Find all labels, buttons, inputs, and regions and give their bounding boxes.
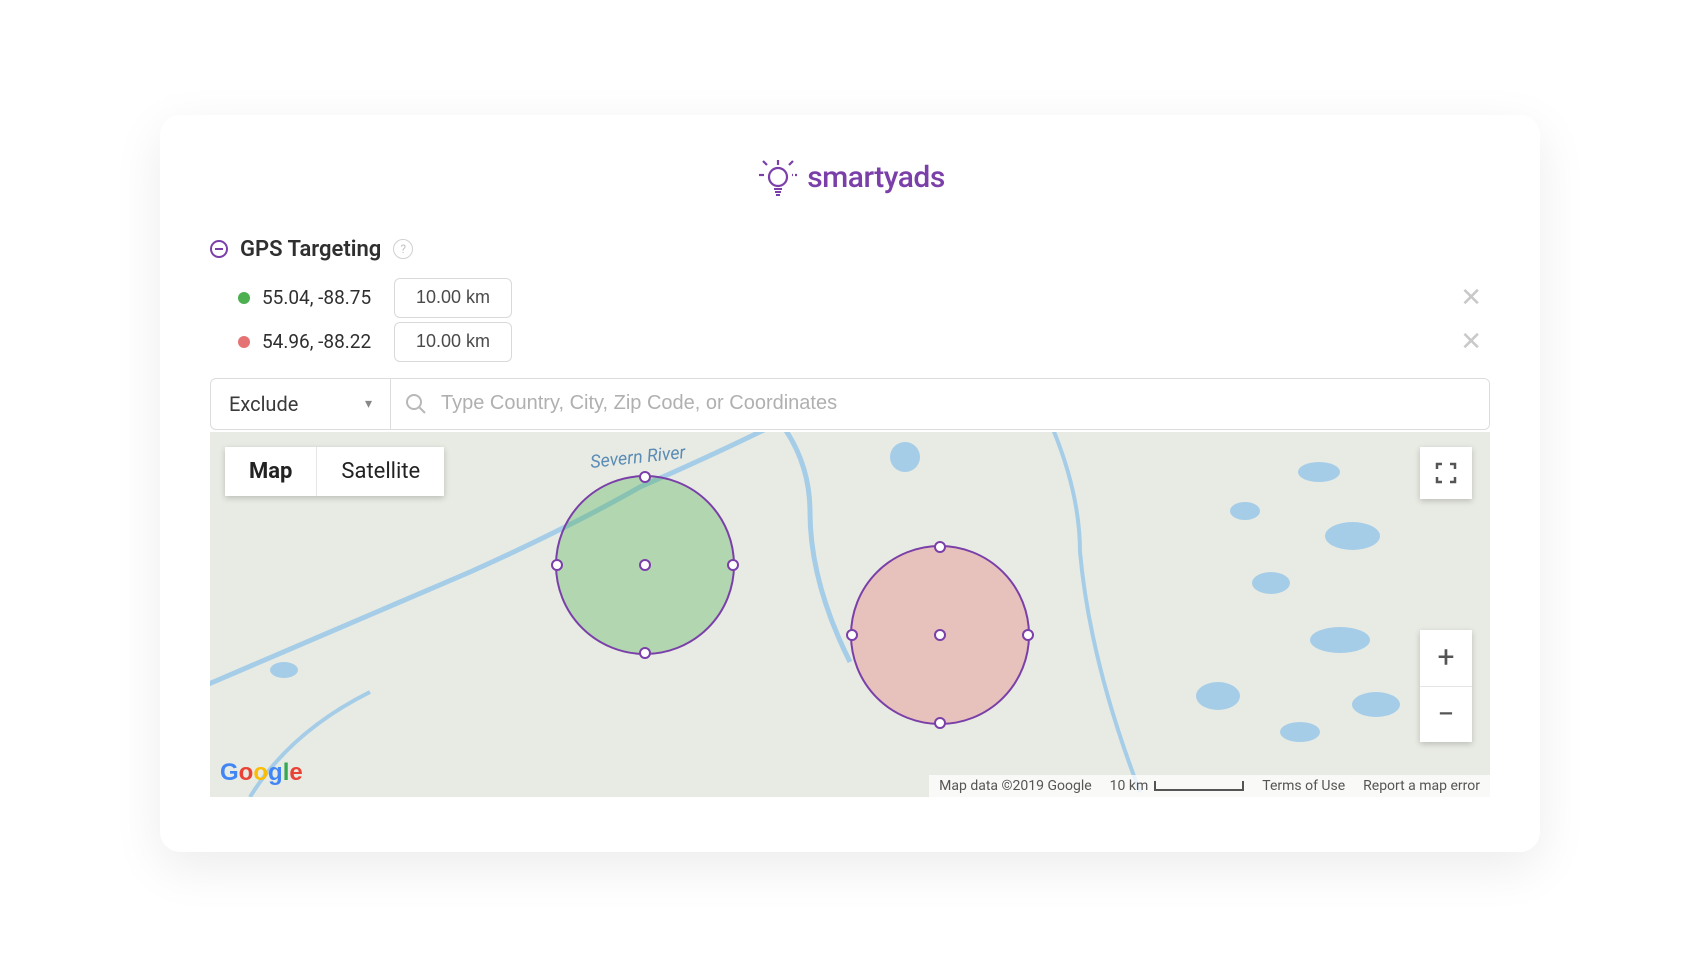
tab-satellite[interactable]: Satellite — [316, 447, 444, 496]
google-logo: Google — [220, 759, 303, 787]
section-header: GPS Targeting ? — [210, 237, 1490, 262]
radius-input[interactable] — [394, 322, 512, 362]
location-search-input[interactable] — [441, 379, 1489, 429]
zoom-in-button[interactable]: + — [1420, 630, 1472, 686]
target-list: 55.04, -88.75 ✕ 54.96, -88.22 ✕ — [238, 276, 1490, 364]
mode-select[interactable]: Exclude ▾ — [211, 379, 391, 429]
scale-bar: 10 km — [1110, 778, 1245, 794]
zoom-controls: + − — [1420, 630, 1472, 742]
target-coords: 54.96, -88.22 — [262, 330, 382, 353]
collapse-icon[interactable] — [210, 240, 228, 258]
target-coords: 55.04, -88.75 — [262, 286, 382, 309]
section-title: GPS Targeting — [240, 237, 381, 262]
logo: smartyads — [210, 155, 1490, 201]
lightbulb-icon — [755, 155, 801, 201]
remove-target-button[interactable]: ✕ — [1452, 285, 1490, 311]
chevron-down-icon: ▾ — [365, 396, 372, 412]
map[interactable]: Severn River Map Satellite + — [210, 432, 1490, 797]
gps-targeting-card: smartyads GPS Targeting ? 55.04, -88.75 … — [160, 115, 1540, 852]
geofence-exclude[interactable] — [850, 545, 1030, 725]
search-bar: Exclude ▾ — [210, 378, 1490, 430]
radius-input[interactable] — [394, 278, 512, 318]
help-icon[interactable]: ? — [393, 239, 413, 259]
tab-map[interactable]: Map — [225, 447, 316, 496]
zoom-out-button[interactable]: − — [1420, 686, 1472, 742]
target-row: 55.04, -88.75 ✕ — [238, 276, 1490, 320]
status-dot-exclude — [238, 336, 250, 348]
map-attribution: Map data ©2019 Google — [939, 778, 1092, 794]
fullscreen-button[interactable] — [1420, 447, 1472, 499]
status-dot-include — [238, 292, 250, 304]
report-error-link[interactable]: Report a map error — [1363, 778, 1480, 794]
remove-target-button[interactable]: ✕ — [1452, 329, 1490, 355]
search-icon — [391, 379, 441, 429]
map-footer: Map data ©2019 Google 10 km Terms of Use… — [929, 775, 1490, 797]
fullscreen-icon — [1435, 462, 1457, 484]
geofence-include[interactable] — [555, 475, 735, 655]
mode-select-label: Exclude — [229, 392, 298, 416]
map-type-tabs: Map Satellite — [225, 447, 444, 496]
terms-link[interactable]: Terms of Use — [1262, 778, 1345, 794]
target-row: 54.96, -88.22 ✕ — [238, 320, 1490, 364]
brand-name: smartyads — [807, 160, 945, 195]
